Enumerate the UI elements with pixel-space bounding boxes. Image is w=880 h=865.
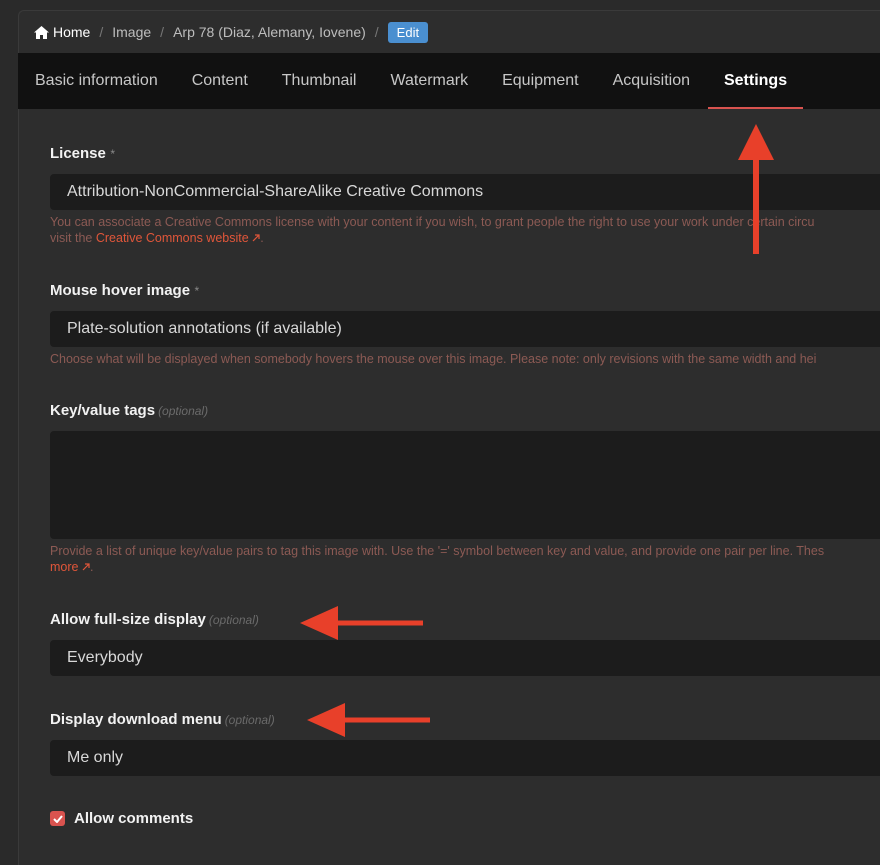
tags-textarea[interactable]	[50, 431, 880, 539]
tags-help-line1: Provide a list of unique key/value pairs…	[50, 544, 825, 558]
full-size-label: Allow full-size display (optional)	[50, 611, 259, 628]
tags-label-text: Key/value tags	[50, 402, 156, 419]
tags-help-line2: more .	[50, 559, 880, 575]
full-size-label-text: Allow full-size display	[50, 611, 206, 628]
optional-mark: (optional)	[208, 613, 259, 627]
allow-comments-checkbox[interactable]	[50, 811, 65, 826]
download-menu-label-text: Display download menu	[50, 711, 222, 728]
learn-more-link-text: more	[50, 560, 79, 574]
tab-settings[interactable]: Settings	[707, 53, 804, 109]
tags-help-suffix: .	[89, 560, 94, 574]
tab-thumbnail[interactable]: Thumbnail	[282, 53, 357, 109]
breadcrumb-home-label: Home	[53, 24, 91, 40]
external-link-icon	[82, 563, 90, 571]
creative-commons-link-text: Creative Commons website	[95, 231, 249, 245]
edit-badge: Edit	[387, 21, 429, 43]
mouse-hover-label: Mouse hover image *	[50, 282, 199, 299]
license-help-suffix: .	[260, 231, 264, 245]
external-link-icon	[252, 234, 260, 242]
license-label-text: License	[50, 145, 106, 162]
breadcrumb: Home / Image / Arp 78 (Diaz, Alemany, Io…	[34, 20, 429, 44]
learn-more-link[interactable]: more	[50, 560, 90, 574]
breadcrumb-separator: /	[99, 24, 104, 40]
tab-content[interactable]: Content	[192, 53, 248, 109]
tab-acquisition[interactable]: Acquisition	[613, 53, 690, 109]
mouse-hover-help: Choose what will be displayed when someb…	[50, 352, 817, 366]
tab-equipment[interactable]: Equipment	[502, 53, 579, 109]
breadcrumb-separator: /	[374, 24, 379, 40]
breadcrumb-home[interactable]: Home	[34, 24, 90, 40]
allow-comments-label: Allow comments	[74, 810, 194, 827]
annotation-arrow-left	[307, 703, 430, 737]
license-label: License *	[50, 145, 115, 162]
optional-mark: (optional)	[224, 713, 275, 727]
tab-bar: Basic information Content Thumbnail Wate…	[18, 53, 880, 109]
home-icon	[34, 25, 49, 39]
full-size-select[interactable]: Everybody	[50, 640, 880, 676]
check-icon	[52, 814, 63, 823]
tags-help: Provide a list of unique key/value pairs…	[50, 543, 880, 575]
required-mark: *	[194, 284, 199, 298]
optional-mark: (optional)	[158, 404, 209, 418]
breadcrumb-title[interactable]: Arp 78 (Diaz, Alemany, Iovene)	[173, 24, 366, 40]
creative-commons-link[interactable]: Creative Commons website	[96, 231, 260, 245]
mouse-hover-select[interactable]: Plate-solution annotations (if available…	[50, 311, 880, 347]
breadcrumb-image[interactable]: Image	[112, 24, 151, 40]
tab-watermark[interactable]: Watermark	[390, 53, 468, 109]
mouse-hover-label-text: Mouse hover image	[50, 282, 191, 299]
required-mark: *	[109, 147, 115, 161]
allow-comments-row: Allow comments	[50, 810, 193, 827]
breadcrumb-separator: /	[160, 24, 165, 40]
tab-basic-information[interactable]: Basic information	[35, 53, 158, 109]
download-menu-label: Display download menu (optional)	[50, 711, 275, 728]
annotation-arrow-left	[300, 606, 423, 640]
download-menu-select[interactable]: Me only	[50, 740, 880, 776]
license-help-prefix: visit the	[50, 231, 96, 245]
annotation-arrow-up	[738, 124, 774, 254]
tags-label: Key/value tags (optional)	[50, 402, 208, 419]
